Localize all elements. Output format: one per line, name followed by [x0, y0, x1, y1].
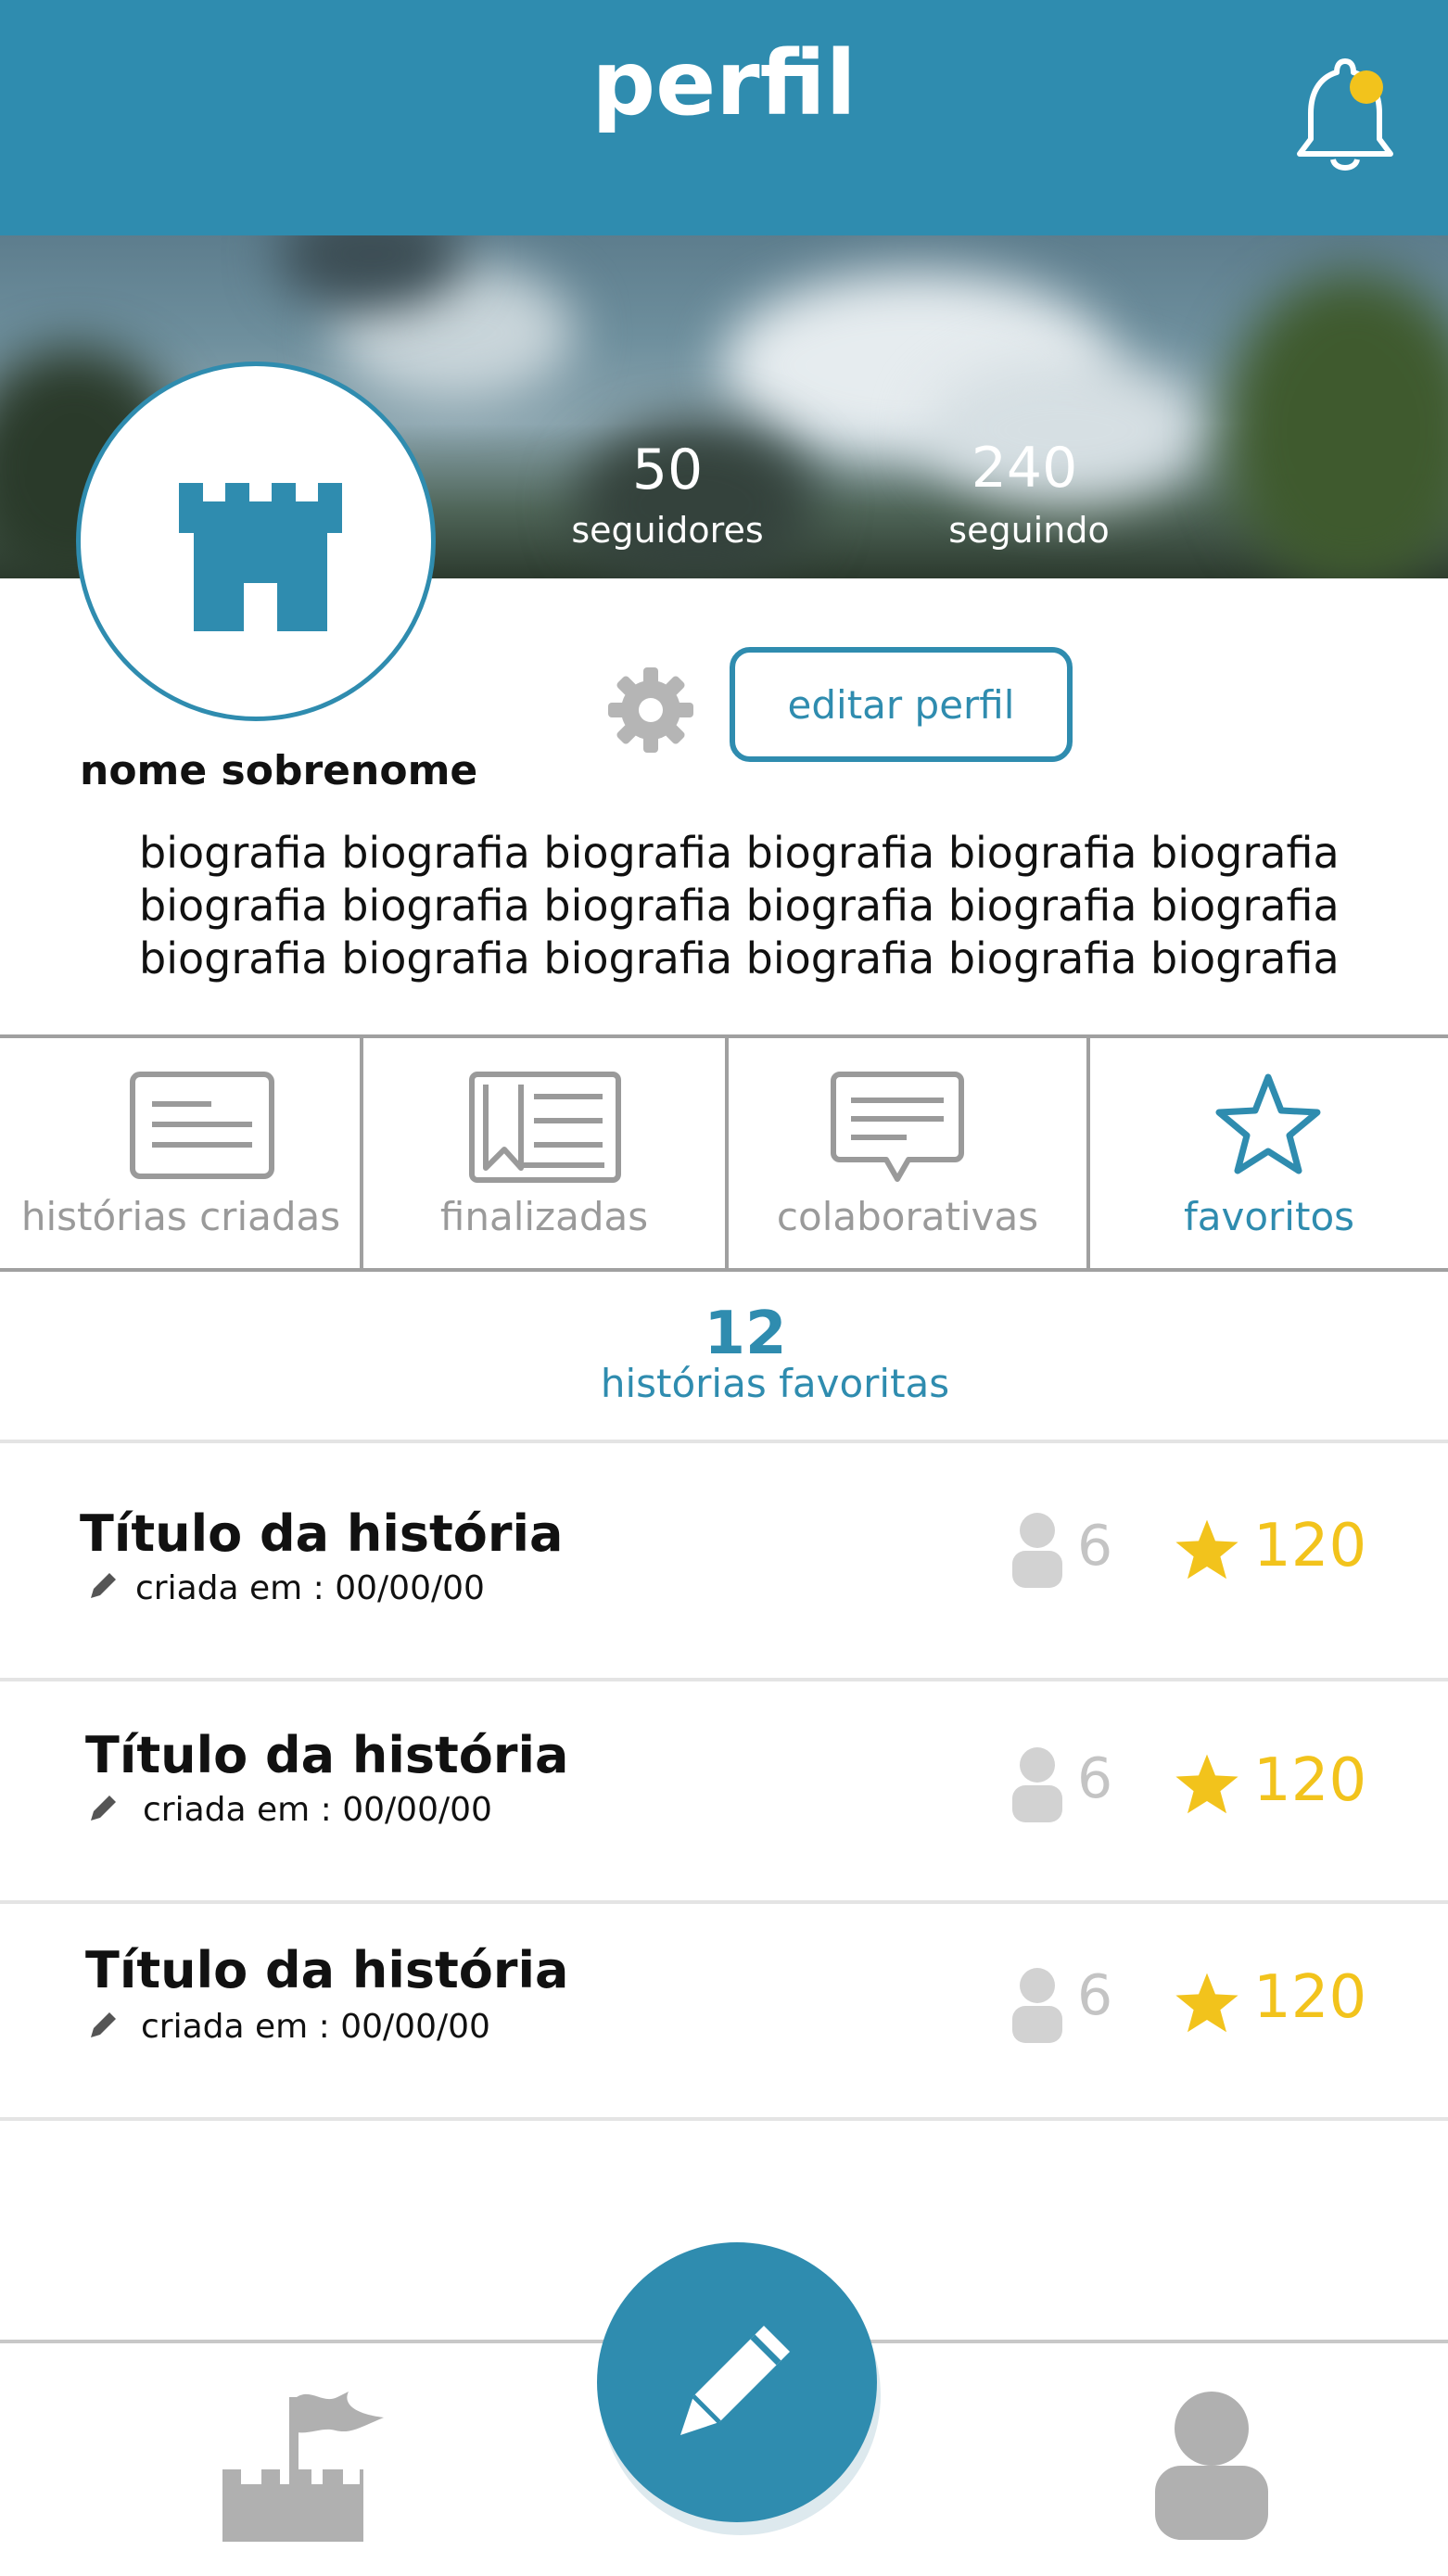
edit-profile-button[interactable]: editar perfil	[730, 647, 1073, 762]
divider	[0, 2117, 1448, 2121]
star-filled-icon	[1175, 1973, 1238, 2033]
story-row[interactable]: Título da história criada em : 00/00/00 …	[0, 1904, 1448, 2117]
tab-label: finalizadas	[439, 1194, 649, 1239]
bio: biografia biografia biografia biografia …	[139, 827, 1344, 985]
castle-icon	[179, 483, 342, 631]
story-date: criada em : 00/00/00	[141, 2008, 490, 2046]
chat-bubble-icon	[831, 1072, 964, 1182]
tab-label: favoritos	[1183, 1194, 1355, 1239]
user-icon	[1012, 1968, 1062, 2043]
document-icon	[130, 1072, 274, 1179]
favorites-count: 12	[704, 1300, 787, 1368]
page-title: perfil	[591, 32, 857, 135]
story-row[interactable]: Título da história criada em : 00/00/00 …	[0, 1443, 1448, 1678]
pencil-small-icon	[91, 1573, 116, 1598]
avatar[interactable]	[76, 362, 436, 721]
followers-count[interactable]: 50	[547, 439, 788, 501]
tab-finished[interactable]: finalizadas	[363, 1038, 725, 1268]
tab-created-stories[interactable]: histórias criadas	[0, 1038, 362, 1268]
story-date: criada em : 00/00/00	[135, 1569, 485, 1607]
tab-collaborative[interactable]: colaborativas	[729, 1038, 1086, 1268]
bio-line: biografia biografia biografia biografia …	[139, 933, 1340, 983]
star-icon	[1215, 1073, 1321, 1174]
favorites-label: histórias favoritas	[600, 1361, 950, 1406]
user-icon	[1012, 1513, 1062, 1588]
stars-count: 120	[1253, 1963, 1367, 2032]
stars-count: 120	[1253, 1746, 1367, 1815]
pencil-icon	[680, 2326, 790, 2435]
tab-label: colaborativas	[776, 1194, 1039, 1239]
following-label[interactable]: seguindo	[908, 511, 1150, 551]
story-title: Título da história	[85, 1726, 569, 1784]
tab-favorites[interactable]: favoritos	[1090, 1038, 1448, 1268]
pencil-small-icon	[91, 2012, 116, 2037]
notification-dot	[1350, 70, 1383, 104]
collaborators-count: 6	[1077, 1963, 1113, 2028]
tab-label: histórias criadas	[20, 1194, 341, 1239]
following-count[interactable]: 240	[904, 438, 1145, 499]
user-icon[interactable]	[1153, 2390, 1270, 2540]
new-story-button[interactable]	[597, 2242, 877, 2522]
collaborators-count: 6	[1077, 1514, 1113, 1579]
story-date: criada em : 00/00/00	[143, 1791, 492, 1829]
gear-icon[interactable]	[608, 667, 693, 753]
castle-flag-icon[interactable]	[222, 2386, 386, 2542]
stars-count: 120	[1253, 1512, 1367, 1580]
profile-name: nome sobrenome	[80, 747, 478, 794]
pencil-small-icon	[91, 1796, 116, 1821]
star-filled-icon	[1175, 1519, 1238, 1580]
bell-icon[interactable]	[1290, 54, 1400, 178]
bio-line: biografia biografia biografia biografia …	[139, 881, 1340, 931]
book-icon	[469, 1072, 621, 1183]
story-title: Título da história	[85, 1941, 569, 1999]
star-filled-icon	[1175, 1754, 1238, 1814]
followers-label[interactable]: seguidores	[547, 511, 788, 551]
bio-line: biografia biografia biografia biografia …	[139, 828, 1340, 878]
collaborators-count: 6	[1077, 1746, 1113, 1811]
story-title: Título da história	[80, 1504, 564, 1563]
story-row[interactable]: Título da história criada em : 00/00/00 …	[0, 1681, 1448, 1900]
user-icon	[1012, 1747, 1062, 1822]
profile-tabs: histórias criadas finalizadas colaborati…	[0, 1034, 1448, 1272]
